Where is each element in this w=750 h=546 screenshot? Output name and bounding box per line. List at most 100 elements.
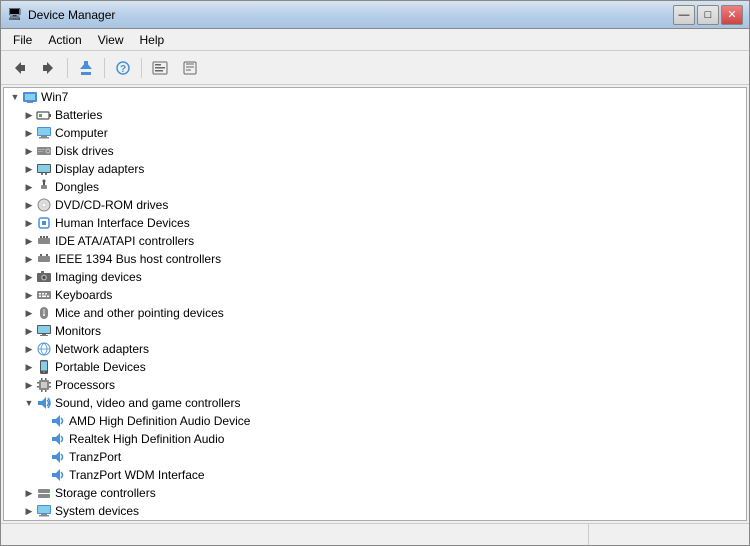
storage-icon: [36, 485, 52, 501]
display-adapters-expand[interactable]: ▶: [22, 162, 36, 176]
imaging-icon: [36, 269, 52, 285]
tree-network[interactable]: ▶ Network adapters: [4, 340, 746, 358]
device-tree[interactable]: ▼ Win7 ▶: [3, 87, 747, 521]
status-main: [1, 524, 589, 545]
ieee1394-label: IEEE 1394 Bus host controllers: [55, 252, 221, 266]
sound-expand[interactable]: ▼: [22, 396, 36, 410]
processors-icon: [36, 377, 52, 393]
tree-tranzport[interactable]: ▶ TranzPort: [4, 448, 746, 466]
dvd-drives-icon: [36, 197, 52, 213]
properties-button[interactable]: [146, 55, 174, 81]
system-label: System devices: [55, 504, 139, 518]
mice-label: Mice and other pointing devices: [55, 306, 224, 320]
root-label: Win7: [41, 90, 68, 104]
maximize-button[interactable]: □: [697, 5, 719, 25]
storage-label: Storage controllers: [55, 486, 156, 500]
storage-expand[interactable]: ▶: [22, 486, 36, 500]
forward-button[interactable]: [35, 55, 63, 81]
menu-help[interactable]: Help: [132, 31, 173, 49]
tree-computer[interactable]: ▶ Computer: [4, 124, 746, 142]
disk-drives-expand[interactable]: ▶: [22, 144, 36, 158]
keyboards-icon: [36, 287, 52, 303]
dongles-label: Dongles: [55, 180, 99, 194]
menu-view[interactable]: View: [90, 31, 132, 49]
mice-expand[interactable]: ▶: [22, 306, 36, 320]
toolbar-separator-3: [141, 58, 142, 78]
processors-expand[interactable]: ▶: [22, 378, 36, 392]
tree-mice[interactable]: ▶ Mice and other pointing devices: [4, 304, 746, 322]
monitors-expand[interactable]: ▶: [22, 324, 36, 338]
minimize-button[interactable]: —: [673, 5, 695, 25]
hid-expand[interactable]: ▶: [22, 216, 36, 230]
tree-portable[interactable]: ▶ Portable Devices: [4, 358, 746, 376]
display-adapters-icon: [36, 161, 52, 177]
hid-icon: [36, 215, 52, 231]
tree-storage[interactable]: ▶ Storage controllers: [4, 484, 746, 502]
root-icon: [22, 89, 38, 105]
tree-keyboards[interactable]: ▶ Keyboards: [4, 286, 746, 304]
system-expand[interactable]: ▶: [22, 504, 36, 518]
tree-sound[interactable]: ▼ Sound, video and game controllers: [4, 394, 746, 412]
title-bar-left: 🖥 Device Manager: [7, 7, 115, 23]
tranzport-label: TranzPort: [69, 450, 121, 464]
toolbar-separator-2: [104, 58, 105, 78]
network-expand[interactable]: ▶: [22, 342, 36, 356]
tree-imaging[interactable]: ▶ Imaging devices: [4, 268, 746, 286]
portable-icon: [36, 359, 52, 375]
keyboards-expand[interactable]: ▶: [22, 288, 36, 302]
back-button[interactable]: [5, 55, 33, 81]
menu-bar: File Action View Help: [1, 29, 749, 51]
ide-label: IDE ATA/ATAPI controllers: [55, 234, 194, 248]
dongles-expand[interactable]: ▶: [22, 180, 36, 194]
imaging-label: Imaging devices: [55, 270, 142, 284]
realtek-icon: [50, 431, 66, 447]
root-expand[interactable]: ▼: [8, 90, 22, 104]
close-button[interactable]: ✕: [721, 5, 743, 25]
tranzport-wdm-icon: [50, 467, 66, 483]
tree-monitors[interactable]: ▶ Monitors: [4, 322, 746, 340]
sound-label: Sound, video and game controllers: [55, 396, 240, 410]
tree-display-adapters[interactable]: ▶ Display adapters: [4, 160, 746, 178]
disk-drives-label: Disk drives: [55, 144, 114, 158]
computer-label: Computer: [55, 126, 108, 140]
tree-dvd-drives[interactable]: ▶ DVD/CD-ROM drives: [4, 196, 746, 214]
help-button[interactable]: [176, 55, 204, 81]
batteries-icon: [36, 107, 52, 123]
processors-label: Processors: [55, 378, 115, 392]
tree-dongles[interactable]: ▶ Dongles: [4, 178, 746, 196]
tree-system[interactable]: ▶ System devices: [4, 502, 746, 520]
tree-usb[interactable]: ▶ Universal Serial Bus controllers: [4, 520, 746, 521]
window-title: Device Manager: [28, 8, 115, 22]
batteries-expand[interactable]: ▶: [22, 108, 36, 122]
computer-expand[interactable]: ▶: [22, 126, 36, 140]
imaging-expand[interactable]: ▶: [22, 270, 36, 284]
up-button[interactable]: [72, 55, 100, 81]
ieee1394-expand[interactable]: ▶: [22, 252, 36, 266]
tree-tranzport-wdm[interactable]: ▶ TranzPort WDM Interface: [4, 466, 746, 484]
window-icon: 🖥: [7, 7, 23, 23]
tree-batteries[interactable]: ▶ Batteries: [4, 106, 746, 124]
system-icon: [36, 503, 52, 519]
batteries-label: Batteries: [55, 108, 102, 122]
portable-label: Portable Devices: [55, 360, 146, 374]
tranzport-wdm-label: TranzPort WDM Interface: [69, 468, 205, 482]
tranzport-icon: [50, 449, 66, 465]
tree-hid[interactable]: ▶ Human Interface Devices: [4, 214, 746, 232]
show-hide-button[interactable]: ?: [109, 55, 137, 81]
tree-amd-audio[interactable]: ▶ AMD High Definition Audio Device: [4, 412, 746, 430]
portable-expand[interactable]: ▶: [22, 360, 36, 374]
menu-file[interactable]: File: [5, 31, 40, 49]
tree-ieee1394[interactable]: ▶ IEEE 1394 Bus host controllers: [4, 250, 746, 268]
sound-icon: [36, 395, 52, 411]
title-bar-buttons: — □ ✕: [673, 5, 743, 25]
tree-ide[interactable]: ▶ IDE ATA/ATAPI controllers: [4, 232, 746, 250]
dvd-drives-expand[interactable]: ▶: [22, 198, 36, 212]
ide-icon: [36, 233, 52, 249]
tree-realtek[interactable]: ▶ Realtek High Definition Audio: [4, 430, 746, 448]
ide-expand[interactable]: ▶: [22, 234, 36, 248]
tree-root[interactable]: ▼ Win7: [4, 88, 746, 106]
tree-disk-drives[interactable]: ▶ Disk drives: [4, 142, 746, 160]
ieee1394-icon: [36, 251, 52, 267]
tree-processors[interactable]: ▶ Processors: [4, 376, 746, 394]
menu-action[interactable]: Action: [40, 31, 89, 49]
